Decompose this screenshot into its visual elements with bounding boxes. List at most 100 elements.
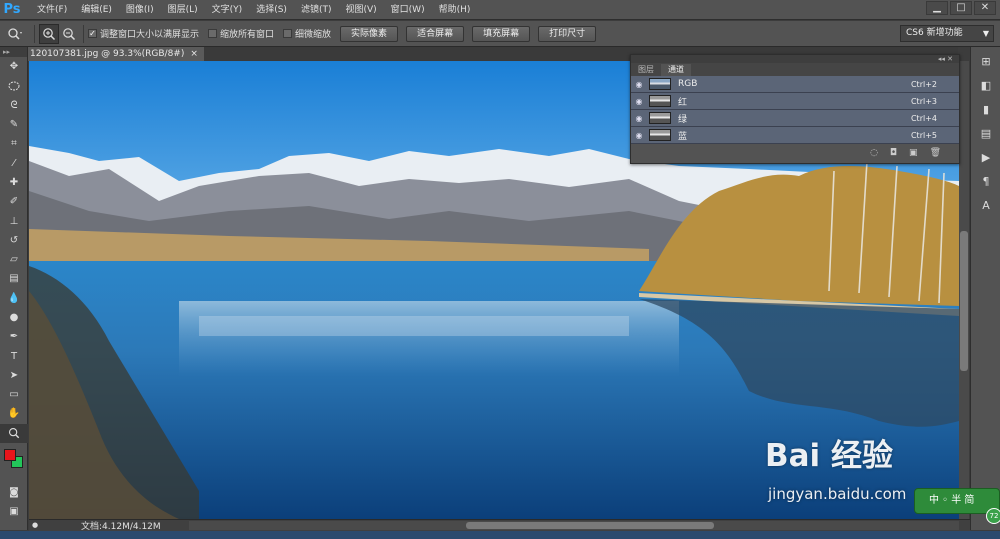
vertical-scrollbar[interactable] (959, 61, 969, 519)
visibility-eye-icon[interactable]: ◉ (631, 131, 647, 140)
checkbox-icon[interactable] (208, 29, 218, 38)
main-menu: 文件(F) 编辑(E) 图像(I) 图层(L) 文字(Y) 选择(S) 滤镜(T… (30, 0, 477, 20)
status-menu-icon[interactable]: ● (29, 521, 41, 531)
channel-thumbnail (649, 78, 671, 90)
tab-close-icon[interactable]: × (190, 47, 198, 61)
menu-select[interactable]: 选择(S) (249, 0, 294, 20)
healing-brush-tool-icon[interactable]: ✚ (0, 173, 28, 192)
minimize-button[interactable]: ▁ (926, 1, 948, 15)
menu-layer[interactable]: 图层(L) (161, 0, 205, 20)
zoom-in-icon[interactable] (39, 23, 59, 44)
actions-panel-icon[interactable]: ▶ (971, 147, 1000, 167)
horizontal-scrollbar[interactable] (189, 521, 959, 530)
move-tool-icon[interactable]: ✥ (0, 57, 28, 76)
document-tab-title: 120107381.jpg @ 93.3%(RGB/8#) (30, 49, 185, 59)
close-button[interactable]: ✕ (974, 1, 996, 15)
screen-mode-icon[interactable]: ▣ (0, 502, 28, 521)
vertical-scroll-thumb[interactable] (960, 231, 968, 371)
menu-view[interactable]: 视图(V) (338, 0, 383, 20)
channel-name: RGB (678, 79, 698, 89)
foreground-color-swatch[interactable] (4, 448, 16, 461)
ime-badge: 72 (986, 508, 1000, 524)
dodge-tool-icon[interactable]: ● (0, 308, 28, 327)
channel-name: 绿 (678, 114, 688, 125)
channel-name: 红 (678, 97, 688, 108)
print-size-button[interactable]: 打印尺寸 (538, 25, 597, 42)
color-panel-icon[interactable]: ◧ (971, 75, 1000, 95)
paragraph-panel-icon[interactable]: ¶ (971, 171, 1000, 191)
hand-tool-icon[interactable]: ✋ (0, 404, 28, 423)
tools-panel-collapse-icon[interactable]: ▸▸ (0, 47, 27, 57)
channel-row-red[interactable]: ◉ 红 Ctrl+3 (631, 93, 959, 110)
character-panel-icon[interactable]: A (971, 195, 1000, 215)
channel-shortcut: Ctrl+2 (910, 79, 937, 89)
navigator-panel-icon[interactable]: ⊞ (971, 51, 1000, 71)
blur-tool-icon[interactable]: 💧 (0, 289, 28, 308)
pen-tool-icon[interactable]: ✒ (0, 327, 28, 346)
history-brush-tool-icon[interactable]: ↺ (0, 231, 28, 250)
menu-help[interactable]: 帮助(H) (432, 0, 478, 20)
zoom-tool-icon[interactable] (0, 423, 28, 443)
horizontal-scroll-thumb[interactable] (466, 522, 714, 529)
quick-selection-tool-icon[interactable]: ✎ (0, 115, 28, 134)
channel-row-green[interactable]: ◉ 绿 Ctrl+4 (631, 110, 959, 127)
checkbox-icon[interactable] (283, 29, 293, 38)
save-selection-icon[interactable]: ◘ (890, 148, 897, 158)
menu-edit[interactable]: 编辑(E) (74, 0, 119, 20)
channel-thumbnail (649, 95, 671, 107)
maximize-button[interactable]: □ (950, 1, 972, 15)
resize-windows-checkbox[interactable]: ✓ 调整窗口大小以满屏显示 (88, 27, 199, 40)
quick-mask-icon[interactable]: ◙ (0, 483, 28, 502)
channel-thumbnail (649, 112, 671, 124)
photoshop-logo: Ps (3, 2, 21, 17)
marquee-tool-icon[interactable] (0, 76, 28, 95)
type-tool-icon[interactable]: T (0, 346, 28, 365)
brush-tool-icon[interactable]: ✐ (0, 192, 28, 211)
menu-filter[interactable]: 滤镜(T) (294, 0, 339, 20)
zoom-all-windows-checkbox[interactable]: 缩放所有窗口 (208, 27, 274, 40)
visibility-eye-icon[interactable]: ◉ (631, 114, 647, 123)
menu-image[interactable]: 图像(I) (119, 0, 161, 20)
document-tab[interactable]: 120107381.jpg @ 93.3%(RGB/8#) × (28, 47, 204, 61)
rectangle-tool-icon[interactable]: ▭ (0, 385, 28, 404)
menu-type[interactable]: 文字(Y) (205, 0, 250, 20)
eyedropper-tool-icon[interactable]: ⁄ (0, 153, 28, 172)
menu-window[interactable]: 窗口(W) (384, 0, 432, 20)
channel-row-rgb[interactable]: ◉ RGB Ctrl+2 (631, 76, 959, 93)
channels-panel-collapse[interactable]: ◂◂ ✕ (631, 55, 959, 63)
workspace-value: CS6 新增功能 (906, 28, 963, 38)
tab-layers[interactable]: 图层 (631, 64, 661, 76)
channel-row-blue[interactable]: ◉ 蓝 Ctrl+5 (631, 127, 959, 144)
gradient-tool-icon[interactable]: ▤ (0, 269, 28, 288)
path-selection-tool-icon[interactable]: ➤ (0, 366, 28, 385)
new-channel-icon[interactable]: ▣ (909, 148, 918, 158)
clone-stamp-tool-icon[interactable]: ⊥ (0, 211, 28, 230)
fit-screen-button[interactable]: 适合屏幕 (406, 25, 465, 42)
visibility-eye-icon[interactable]: ◉ (631, 80, 647, 89)
checkbox-checked-icon[interactable]: ✓ (88, 29, 97, 38)
visibility-eye-icon[interactable]: ◉ (631, 97, 647, 106)
channel-shortcut: Ctrl+4 (910, 113, 937, 123)
history-panel-icon[interactable]: ▤ (971, 123, 1000, 143)
channel-name: 蓝 (678, 131, 688, 142)
histogram-panel-icon[interactable]: ▮ (971, 99, 1000, 119)
delete-channel-icon[interactable]: 🗑 (930, 148, 941, 158)
eraser-tool-icon[interactable]: ▱ (0, 250, 28, 269)
crop-tool-icon[interactable]: ⌗ (0, 134, 28, 153)
channel-shortcut: Ctrl+3 (910, 96, 937, 106)
channels-panel: ◂◂ ✕ 图层 通道 ◉ RGB Ctrl+2 ◉ 红 Ctrl+3 ◉ 绿 C… (630, 54, 960, 164)
channels-panel-tabs: 图层 通道 (631, 63, 959, 76)
window-controls: ▁ □ ✕ (926, 1, 996, 15)
zoom-out-icon[interactable] (59, 24, 79, 44)
fill-screen-button[interactable]: 填充屏幕 (472, 25, 531, 42)
menu-file[interactable]: 文件(F) (30, 0, 74, 20)
load-selection-icon[interactable]: ◌ (870, 148, 878, 158)
tab-channels[interactable]: 通道 (661, 64, 691, 76)
actual-pixels-button[interactable]: 实际像素 (340, 25, 399, 42)
resize-windows-label: 调整窗口大小以满屏显示 (100, 30, 200, 40)
baidu-logo: Bai 经验 (765, 438, 893, 474)
workspace-select[interactable]: CS6 新增功能 ▼ (900, 25, 994, 42)
lasso-tool-icon[interactable]: ᘓ (0, 96, 28, 115)
scrubby-zoom-checkbox[interactable]: 细微缩放 (283, 27, 331, 40)
zoom-tool-preset-icon[interactable] (0, 24, 30, 44)
